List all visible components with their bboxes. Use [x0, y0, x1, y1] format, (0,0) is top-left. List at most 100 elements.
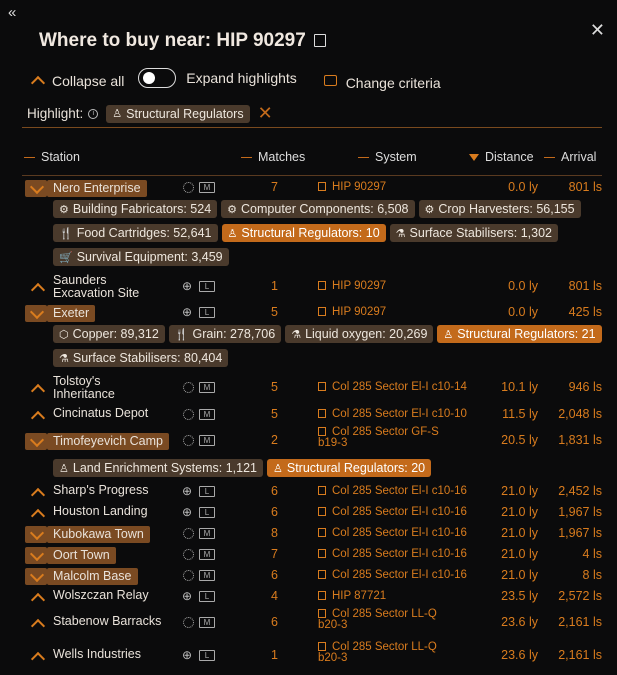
copy-icon[interactable] — [318, 409, 326, 418]
commodity-label: Structural Regulators: 10 — [241, 226, 380, 240]
info-icon[interactable]: i — [88, 108, 99, 119]
station-name[interactable]: Timofeyevich Camp — [47, 433, 169, 450]
commodity-chip[interactable]: ⚗ Liquid oxygen: 20,269 — [285, 325, 434, 343]
col-station[interactable]: Station — [24, 150, 80, 164]
toggle-switch[interactable] — [138, 68, 177, 88]
landing-pad-badge: M — [199, 382, 215, 393]
close-icon[interactable]: ✕ — [590, 20, 605, 41]
commodity-chip[interactable]: 🍴 Grain: 278,706 — [168, 325, 282, 343]
commodity-chip[interactable]: 🍴 Food Cartridges: 52,641 — [53, 224, 218, 242]
copy-icon[interactable] — [318, 528, 326, 537]
change-criteria-button[interactable]: Change criteria — [323, 75, 441, 91]
col-distance[interactable]: Distance — [469, 150, 534, 164]
commodity-chip[interactable]: 🛒 Survival Equipment: 3,459 — [53, 248, 229, 266]
copy-icon[interactable] — [318, 382, 326, 391]
col-system[interactable]: System — [358, 150, 417, 164]
chevron-up-icon[interactable] — [30, 383, 46, 399]
commodity-chip[interactable]: ⬡ Copper: 89,312 — [53, 325, 165, 343]
station-name[interactable]: Kubokawa Town — [47, 526, 150, 543]
copy-icon[interactable] — [318, 486, 326, 495]
commodity-chip-row: 🛒 Survival Equipment: 3,459 — [53, 248, 229, 266]
match-count: 6 — [271, 484, 278, 498]
commodity-chip[interactable]: ⚙ Building Fabricators: 524 — [53, 200, 218, 218]
station-name[interactable]: Sharp's Progress — [53, 484, 148, 497]
copy-icon[interactable] — [318, 307, 326, 316]
station-name[interactable]: Saunders — [53, 274, 107, 287]
system-link[interactable]: HIP 87721 — [318, 590, 386, 602]
chevron-up-icon[interactable] — [30, 592, 46, 608]
station-name[interactable]: Oort Town — [47, 547, 116, 564]
system-link[interactable]: HIP 90297 — [318, 280, 386, 292]
commodity-chip[interactable]: ♙ Structural Regulators: 20 — [267, 459, 432, 477]
commodity-chip-row: 🍴 Food Cartridges: 52,641 ♙ Structural Regu… — [53, 224, 558, 242]
commodity-icon: ⬡ — [59, 328, 69, 341]
copy-icon[interactable] — [318, 427, 326, 436]
system-link[interactable]: Col 285 Sector El-I c10-16 — [318, 485, 467, 497]
copy-icon[interactable] — [318, 182, 326, 191]
copy-icon[interactable] — [313, 34, 326, 47]
commodity-chip[interactable]: ⚙ Computer Components: 6,508 — [221, 200, 415, 218]
station-name[interactable]: Exeter — [47, 305, 96, 322]
distance-value: 10.1 ly — [501, 380, 538, 394]
expand-highlights-toggle[interactable]: Expand highlights — [138, 68, 297, 88]
station-name[interactable]: Nero Enterprise — [47, 180, 147, 197]
copy-icon[interactable] — [318, 570, 326, 579]
system-link[interactable]: HIP 90297 — [318, 306, 386, 318]
landing-pad-badge: M — [199, 528, 215, 539]
system-link[interactable]: Col 285 Sector El-I c10-16 — [318, 506, 467, 518]
collapse-panel-icon[interactable]: « — [8, 4, 16, 21]
copy-icon[interactable] — [318, 642, 326, 651]
highlight-chip[interactable]: ♙ Structural Regulators — [106, 104, 250, 123]
system-link[interactable]: Col 285 Sector El-I c10-16 — [318, 527, 467, 539]
distance-value: 23.6 ly — [501, 648, 538, 662]
match-count: 2 — [271, 433, 278, 447]
collapse-all-button[interactable]: Collapse all — [30, 73, 124, 91]
station-name[interactable]: Wolszczan Relay — [53, 589, 149, 602]
divider — [22, 127, 602, 128]
station-name[interactable]: Wells Industries — [53, 648, 141, 661]
commodity-chip[interactable]: ⚙ Crop Harvesters: 56,155 — [418, 200, 581, 218]
copy-icon[interactable] — [318, 591, 326, 600]
commodity-chip[interactable]: ⚗ Surface Stabilisers: 80,404 — [53, 349, 229, 367]
clear-highlight-icon[interactable]: ✕ — [258, 103, 273, 124]
commodity-chip[interactable]: ♙ Land Enrichment Systems: 1,121 — [53, 459, 263, 477]
station-name[interactable]: Houston Landing — [53, 505, 148, 518]
chevron-up-icon[interactable] — [30, 282, 46, 298]
station-name[interactable]: Tolstoy's — [53, 375, 101, 388]
system-link[interactable]: Col 285 Sector El-I c10-10 — [318, 408, 467, 420]
station-type-icon — [183, 570, 194, 581]
distance-value: 23.6 ly — [501, 615, 538, 629]
commodity-icon: 🍴 — [59, 227, 73, 240]
system-link[interactable]: Col 285 Sector LL-Q b20-3 — [318, 641, 437, 664]
system-link[interactable]: Col 285 Sector El-I c10-14 — [318, 381, 467, 393]
system-link[interactable]: Col 285 Sector El-I c10-16 — [318, 548, 467, 560]
commodity-chip[interactable]: ♙ Structural Regulators: 10 — [221, 224, 386, 242]
chevron-up-icon[interactable] — [30, 487, 46, 503]
copy-icon[interactable] — [318, 281, 326, 290]
copy-icon[interactable] — [318, 507, 326, 516]
commodity-chip-row: ⚗ Surface Stabilisers: 80,404 — [53, 349, 229, 367]
commodity-chip[interactable]: ♙ Structural Regulators: 21 — [437, 325, 602, 343]
system-link[interactable]: HIP 90297 — [318, 181, 386, 193]
station-name-line2[interactable]: Excavation Site — [53, 287, 139, 300]
distance-value: 21.0 ly — [501, 505, 538, 519]
station-name[interactable]: Malcolm Base — [47, 568, 138, 585]
station-name-line2[interactable]: Inheritance — [53, 388, 115, 401]
system-link[interactable]: Col 285 Sector LL-Q b20-3 — [318, 608, 437, 631]
station-type-icon — [183, 549, 194, 560]
station-name[interactable]: Cincinatus Depot — [53, 407, 148, 420]
col-arrival[interactable]: Arrival — [544, 150, 596, 164]
system-link[interactable]: Col 285 Sector GF-S b19-3 — [318, 426, 439, 449]
distance-value: 23.5 ly — [501, 589, 538, 603]
match-count: 5 — [271, 380, 278, 394]
system-link[interactable]: Col 285 Sector El-I c10-16 — [318, 569, 467, 581]
station-name[interactable]: Stabenow Barracks — [53, 615, 161, 628]
chevron-up-icon[interactable] — [30, 410, 46, 426]
chevron-up-icon[interactable] — [30, 508, 46, 524]
commodity-chip[interactable]: ⚗ Surface Stabilisers: 1,302 — [389, 224, 558, 242]
copy-icon[interactable] — [318, 549, 326, 558]
copy-icon[interactable] — [318, 609, 326, 618]
col-matches[interactable]: Matches — [241, 150, 305, 164]
chevron-up-icon[interactable] — [30, 651, 46, 667]
chevron-up-icon[interactable] — [30, 618, 46, 634]
